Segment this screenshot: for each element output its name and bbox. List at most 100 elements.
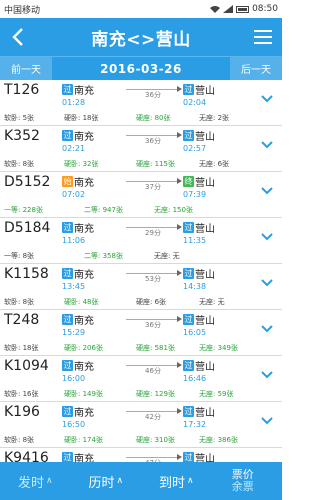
travel-duration: 53分 — [145, 275, 161, 283]
chevron-down-icon[interactable] — [260, 230, 274, 244]
chevron-down-icon[interactable] — [260, 276, 274, 290]
travel-duration: 36分 — [145, 91, 161, 99]
seat-availability: 一等: 8张 二等: 358张 无座: 无 — [4, 251, 252, 261]
to-station: 过营山 — [183, 312, 215, 327]
from-station-name: 南充 — [74, 454, 94, 462]
depart-time: 15:29 — [62, 328, 86, 337]
seat-count: 硬座: 6张 — [136, 298, 167, 306]
from-station-badge: 过 — [62, 84, 73, 95]
seat-count: 二等: 947张 — [84, 206, 123, 214]
to-station: 过营山 — [183, 220, 215, 235]
price-remaining-stack: 票价 余票 — [232, 469, 262, 493]
title-bar: 南充<>营山 — [0, 18, 282, 56]
seat-count: 软卧: 5张 — [4, 114, 35, 122]
to-station-badge: 过 — [183, 314, 194, 325]
from-station-name: 南充 — [74, 224, 94, 235]
from-station: 过南充 — [62, 404, 94, 419]
sort-depart-button[interactable]: 发时 ∧ — [0, 462, 71, 500]
seat-count: 软卧: 18张 — [4, 344, 39, 352]
seat-availability: 软卧: 8张 硬卧: 32张 硬座: 115张 无座: 6张 — [4, 159, 252, 169]
caret-up-icon: ∧ — [116, 476, 124, 486]
depart-time: 16:00 — [62, 374, 86, 383]
sort-arrive-label: 到时 — [158, 475, 185, 491]
chevron-down-icon[interactable] — [260, 184, 274, 198]
train-code: K9416 — [4, 450, 49, 462]
arrive-time: 02:04 — [183, 98, 207, 107]
to-station-name: 营山 — [195, 362, 215, 373]
seat-availability: 软卧: 5张 硬卧: 18张 硬座: 80张 无座: 2张 — [4, 113, 252, 123]
menu-icon-bar — [254, 36, 272, 38]
next-day-button[interactable]: 后一天 — [229, 56, 282, 81]
to-station-name: 营山 — [195, 270, 215, 281]
to-station-badge: 过 — [183, 84, 194, 95]
from-station-name: 南充 — [74, 86, 94, 97]
seat-count: 软卧: 8张 — [4, 436, 35, 444]
travel-duration: 36分 — [145, 137, 161, 145]
chevron-down-icon[interactable] — [260, 368, 274, 382]
seat-count: 硬卧: 48张 — [64, 298, 99, 306]
page-title: 南充<>营山 — [91, 29, 191, 50]
arrive-time: 17:32 — [183, 420, 207, 429]
current-date[interactable]: 2016-03-26 — [100, 62, 182, 76]
train-row[interactable]: T248 过南充过营山 36分 15:29 16:05 软卧: 18张 硬卧: 206张 硬座… — [0, 310, 282, 356]
train-row[interactable]: D5152 始南充 终营山 37分 07:02 07:39 一等: 228张 二等: 947张… — [0, 172, 282, 218]
train-list[interactable]: T126 过南充过营山 36分 01:28 02:04 软卧: 5张 硬卧: 18张 硬座: … — [0, 80, 282, 462]
train-row[interactable]: T126 过南充过营山 36分 01:28 02:04 软卧: 5张 硬卧: 18张 硬座: … — [0, 80, 282, 126]
menu-icon-bar — [254, 30, 272, 32]
sort-price-remaining-button[interactable]: 票价 余票 — [212, 462, 283, 500]
menu-button[interactable] — [254, 25, 274, 49]
train-row[interactable]: K9416过南充过营山47分 — [0, 448, 282, 462]
arrive-time: 11:35 — [183, 236, 207, 245]
chevron-down-icon[interactable] — [260, 138, 274, 152]
train-row[interactable]: K196 过南充过营山 42分 16:50 17:32 软卧: 8张 硬卧: 174张 硬座:… — [0, 402, 282, 448]
seat-count: 软卧: 8张 — [4, 160, 35, 168]
arrive-time: 16:05 — [183, 328, 207, 337]
battery-icon — [236, 5, 250, 13]
train-code: K352 — [4, 128, 40, 144]
seat-count: 软卧: 16张 — [4, 390, 39, 398]
seat-count: 硬座: 129张 — [136, 390, 175, 398]
train-row[interactable]: K1094 过南充过营山 46分 16:00 16:46 软卧: 16张 硬卧: 149张硬… — [0, 356, 282, 402]
seat-count: 硬卧: 149张 — [64, 390, 103, 398]
train-row[interactable]: D5184 过南充过营山 29分 11:06 11:35 一等: 8张 二等: 358张 无座… — [0, 218, 282, 264]
from-station-badge: 始 — [62, 176, 73, 187]
seat-availability: 一等: 228张 二等: 947张 无座: 150张 — [4, 205, 252, 215]
sort-duration-button[interactable]: 历时 ∧ — [71, 462, 142, 500]
seat-count: 硬卧: 32张 — [64, 160, 99, 168]
to-station-name: 营山 — [195, 316, 215, 327]
back-button[interactable] — [8, 25, 28, 49]
to-station-name: 营山 — [195, 408, 215, 419]
sort-arrive-button[interactable]: 到时 ∧ — [141, 462, 212, 500]
travel-duration: 42分 — [145, 413, 161, 421]
train-code: K1158 — [4, 266, 49, 282]
sort-remaining-label: 余票 — [231, 480, 254, 493]
seat-count: 无座: 无 — [199, 298, 225, 306]
date-bar: 前一天 2016-03-26 后一天 — [0, 56, 282, 81]
prev-day-button[interactable]: 前一天 — [0, 56, 52, 81]
chevron-down-icon[interactable] — [260, 414, 274, 428]
seat-availability: 软卧: 8张 硬卧: 174张 硬座: 310张 无座: 386张 — [4, 435, 252, 445]
to-station-badge: 过 — [183, 360, 194, 371]
travel-duration: 36分 — [145, 321, 161, 329]
depart-time: 07:02 — [62, 190, 86, 199]
menu-icon-bar — [254, 42, 272, 44]
seat-count: 无座: 59张 — [199, 390, 234, 398]
from-station-badge: 过 — [62, 222, 73, 233]
to-station-name: 营山 — [195, 454, 215, 462]
from-station-badge: 过 — [62, 268, 73, 279]
seat-count: 硬座: 310张 — [136, 436, 175, 444]
travel-duration: 46分 — [145, 367, 161, 375]
sort-bar: 发时 ∧ 历时 ∧ 到时 ∧ 票价 余票 — [0, 462, 282, 500]
train-row[interactable]: K1158 过南充过营山 53分 13:45 14:38 软卧: 8张 硬卧: 48张 硬座:… — [0, 264, 282, 310]
seat-count: 硬卧: 174张 — [64, 436, 103, 444]
chevron-down-icon[interactable] — [260, 92, 274, 106]
seat-count: 硬座: 115张 — [136, 160, 175, 168]
to-station: 过营山 — [183, 266, 215, 281]
carrier-name: 中国移动 — [4, 5, 41, 16]
caret-up-icon: ∧ — [186, 476, 194, 486]
to-station: 过营山 — [183, 128, 215, 143]
chevron-down-icon[interactable] — [260, 322, 274, 336]
from-station: 过南充 — [62, 128, 94, 143]
seat-availability: 软卧: 16张 硬卧: 149张 硬座: 129张 无座: 59张 — [4, 389, 252, 399]
train-row[interactable]: K352 过南充过营山 36分 02:21 02:57 软卧: 8张 硬卧: 32张 硬座: … — [0, 126, 282, 172]
